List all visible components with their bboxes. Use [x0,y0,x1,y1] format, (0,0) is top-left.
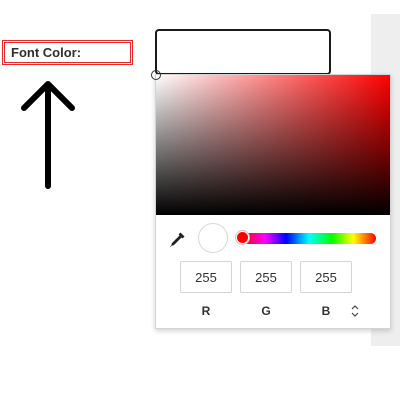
up-down-chevron-icon[interactable] [348,301,362,321]
color-picker-popup: R G B [151,70,391,329]
selected-color-swatch [198,223,228,253]
green-channel-input[interactable] [240,261,292,293]
red-channel-label: R [201,304,211,318]
saturation-value-area[interactable] [151,70,390,215]
up-arrow-icon [21,81,75,189]
blue-channel-input[interactable] [300,261,352,293]
green-channel-label: G [261,304,271,318]
saturation-value-pointer[interactable] [151,70,161,80]
font-color-preview-box[interactable] [155,29,331,75]
blue-channel-label: B [321,304,331,318]
hue-slider[interactable] [236,231,376,244]
eyedropper-icon[interactable] [168,231,186,249]
page: Font Color: R G B [0,0,400,400]
hue-slider-thumb[interactable] [236,231,249,244]
red-channel-input[interactable] [180,261,232,293]
font-color-label: Font Color: [2,40,133,65]
